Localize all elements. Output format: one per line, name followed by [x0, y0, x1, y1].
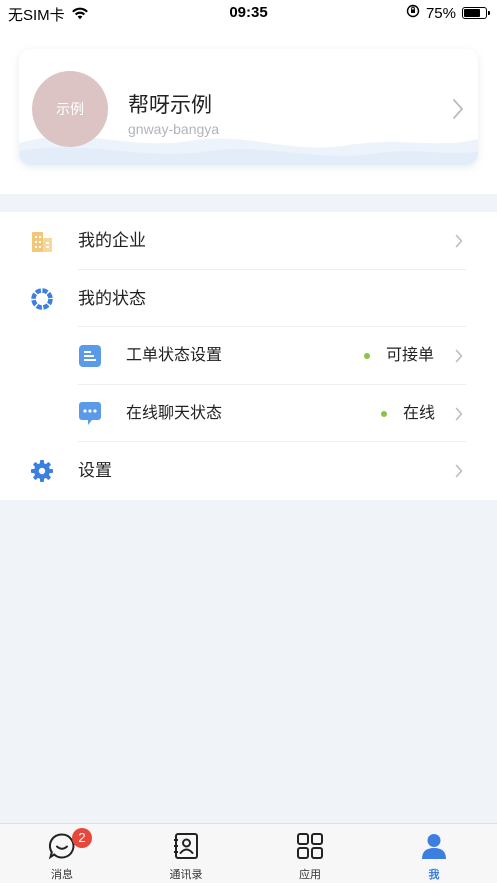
menu-label-my-status: 我的状态 — [78, 288, 146, 308]
menu-label-ticket-status: 工单状态设置 — [126, 347, 223, 365]
menu-label-my-company: 我的企业 — [78, 231, 146, 250]
apps-grid-icon — [296, 832, 324, 865]
orientation-lock-icon — [406, 4, 420, 22]
tab-label: 通讯录 — [169, 869, 203, 881]
menu-item-my-status[interactable]: 我的状态 — [0, 270, 497, 328]
menu-item-chat-status[interactable]: 在线聊天状态 在线 — [0, 385, 497, 443]
tab-label: 我 — [428, 869, 440, 881]
building-icon — [30, 230, 54, 259]
tab-me[interactable]: 我 — [372, 824, 496, 883]
menu-item-ticket-status[interactable]: 工单状态设置 可接单 — [0, 327, 497, 385]
status-right: 75% — [406, 4, 490, 22]
bottom-tab-bar: 2 消息 通讯录 应用 我 — [0, 823, 497, 883]
tab-apps[interactable]: 应用 — [248, 824, 372, 883]
tab-label: 应用 — [299, 869, 321, 881]
chevron-right-icon — [455, 464, 463, 483]
profile-name: 帮呀示例 — [128, 94, 212, 117]
battery-icon — [462, 7, 490, 19]
user-icon — [420, 832, 448, 865]
status-dot — [381, 410, 387, 417]
unread-badge: 2 — [72, 828, 92, 848]
tab-contacts[interactable]: 通讯录 — [124, 824, 248, 883]
menu-list: 我的企业 我的状态 工单状态设置 可接单 在线聊天状态 在线 设置 — [0, 212, 497, 500]
status-dot — [364, 353, 370, 360]
chevron-right-icon — [452, 98, 464, 125]
menu-label-chat-status: 在线聊天状态 — [126, 404, 223, 422]
chat-status-value: 在线 — [403, 404, 436, 422]
chevron-right-icon — [455, 234, 463, 253]
tab-label: 消息 — [51, 869, 73, 881]
gear-icon — [30, 459, 54, 488]
contacts-book-icon — [172, 832, 200, 865]
status-ring-icon — [30, 287, 54, 316]
battery-percent: 75% — [425, 4, 456, 22]
ticket-status-value: 可接单 — [386, 347, 435, 365]
menu-item-my-company[interactable]: 我的企业 — [0, 212, 497, 270]
status-bar: 无SIM卡 09:35 75% — [0, 0, 497, 26]
avatar[interactable]: 示例 — [32, 71, 108, 147]
profile-section: 示例 帮呀示例 gnway-bangya — [0, 26, 497, 194]
profile-account: gnway-bangya — [128, 121, 220, 137]
menu-label-settings: 设置 — [78, 461, 112, 481]
tab-messages[interactable]: 2 消息 — [0, 824, 124, 883]
profile-card[interactable]: 示例 帮呀示例 gnway-bangya — [19, 49, 478, 165]
menu-item-settings[interactable]: 设置 — [0, 442, 497, 500]
document-icon — [78, 344, 102, 373]
chevron-right-icon — [455, 407, 463, 426]
battery-fill — [464, 9, 480, 17]
chevron-right-icon — [455, 349, 463, 368]
chat-bubble-icon — [78, 401, 102, 432]
